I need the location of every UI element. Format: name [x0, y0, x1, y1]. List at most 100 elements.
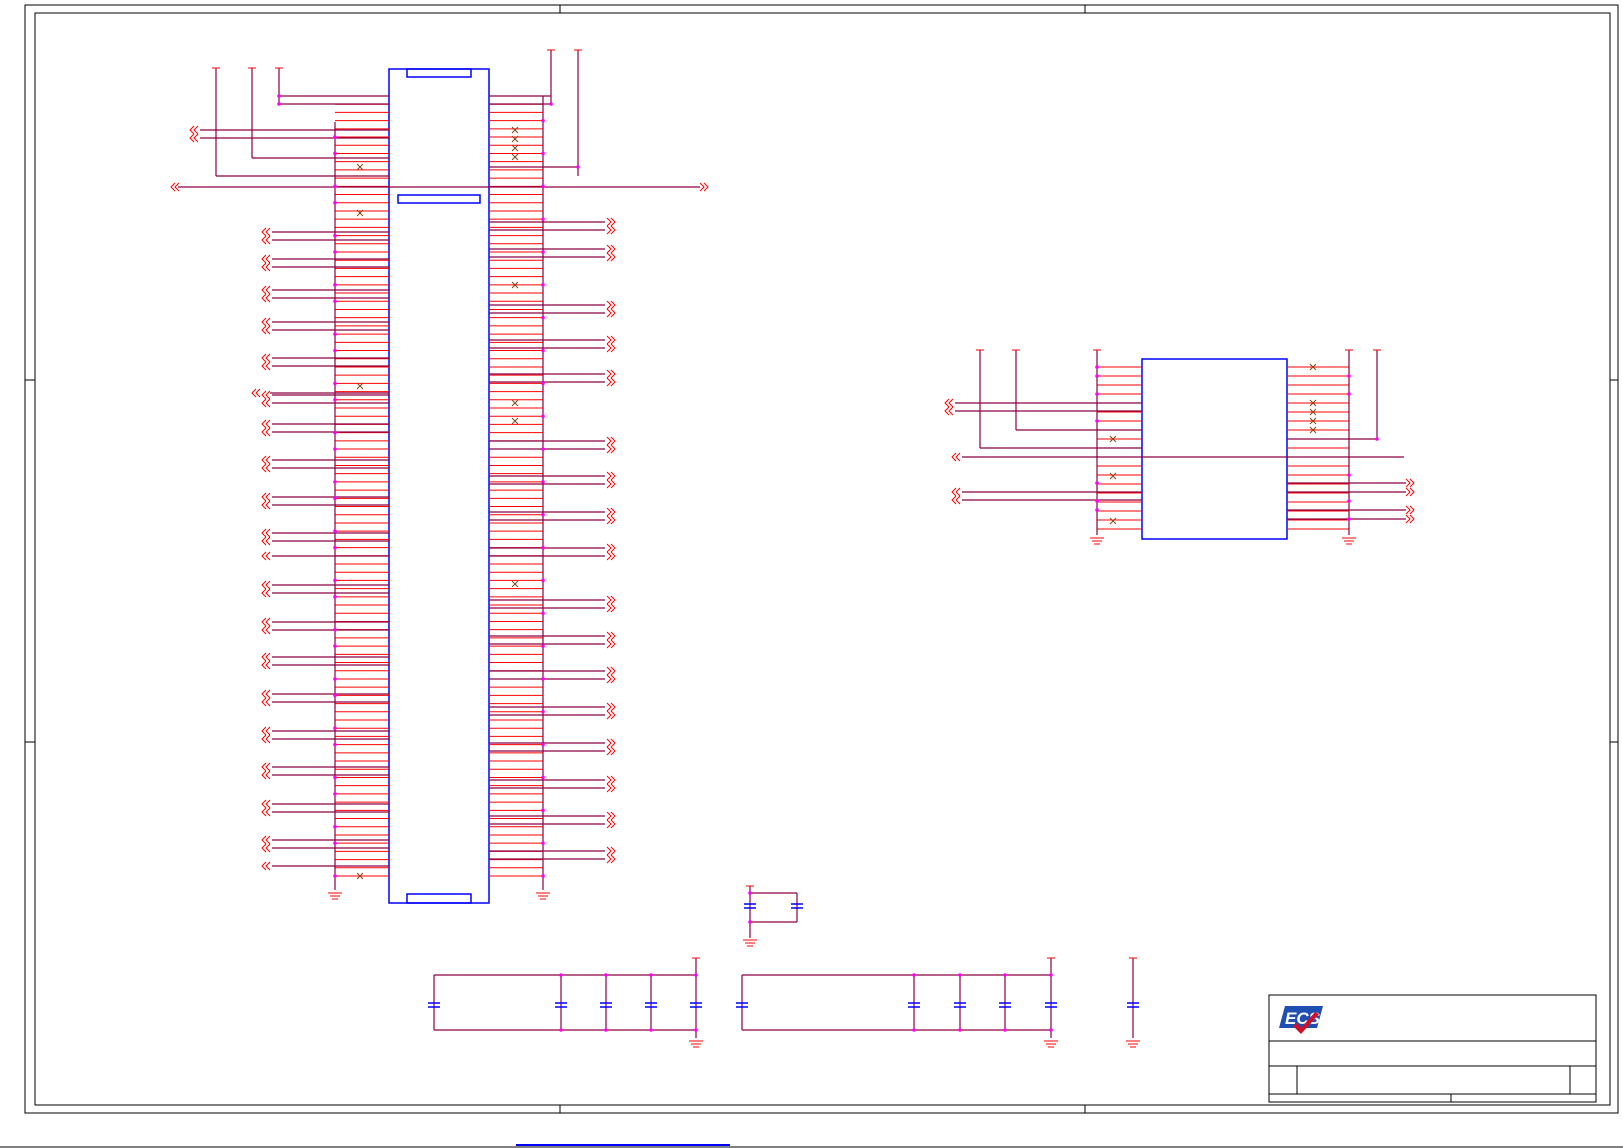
junction-dot-icon — [1347, 517, 1351, 521]
junction-dot-icon — [1095, 481, 1099, 485]
junction-dot-icon — [1347, 392, 1351, 396]
junction-dot-icon — [549, 102, 553, 106]
junction-dot-icon — [541, 480, 545, 484]
offpage-connector-icon — [606, 252, 616, 262]
offpage-connector-icon — [261, 317, 271, 327]
offpage-connector-icon — [261, 843, 271, 853]
no-connect-icon — [511, 144, 519, 152]
junction-dot-icon — [958, 973, 962, 977]
junction-dot-icon — [333, 332, 337, 336]
offpage-connector-icon — [261, 293, 271, 303]
offpage-connector-icon — [606, 738, 616, 748]
junction-dot-icon — [333, 184, 337, 189]
junction-dot-icon — [333, 627, 337, 632]
no-connect-icon — [511, 417, 519, 425]
junction-dot-icon — [333, 480, 337, 484]
junction-dot-icon — [333, 578, 337, 583]
offpage-connector-icon — [170, 182, 180, 192]
offpage-connector-icon — [606, 444, 616, 454]
junction-dot-icon — [541, 611, 545, 616]
junction-dot-icon — [541, 808, 545, 813]
junction-dot-icon — [333, 677, 337, 681]
junction-dot-icon — [333, 792, 337, 796]
offpage-connector-icon — [261, 762, 271, 772]
ground-symbol-icon — [1044, 1040, 1058, 1048]
offpage-connector-icon — [261, 697, 271, 707]
offpage-connector-icon — [261, 398, 271, 408]
offpage-connector-icon — [606, 783, 616, 793]
junction-dot-icon — [333, 693, 337, 698]
offpage-connector-icon — [951, 452, 961, 462]
ground-symbol-icon — [1126, 1040, 1140, 1048]
junction-dot-icon — [541, 151, 545, 156]
junction-dot-icon — [541, 348, 545, 353]
no-connect-icon — [1109, 517, 1117, 525]
junction-dot-icon — [333, 151, 337, 156]
junction-dot-icon — [541, 742, 545, 747]
junction-dot-icon — [604, 973, 608, 977]
offpage-connector-icon — [261, 551, 271, 561]
offpage-connector-icon — [261, 390, 271, 400]
no-connect-icon — [511, 580, 519, 588]
offpage-connector-icon — [261, 353, 271, 363]
offpage-connector-icon — [944, 406, 954, 416]
offpage-connector-icon — [261, 455, 271, 465]
offpage-connector-icon — [261, 262, 271, 272]
offpage-connector-icon — [261, 734, 271, 744]
junction-dot-icon — [604, 1028, 608, 1032]
offpage-connector-icon — [606, 515, 616, 525]
junction-dot-icon — [541, 283, 545, 287]
connector-key-notch — [397, 194, 481, 204]
junction-dot-icon — [541, 874, 545, 878]
schematic-sheet: ECS — [0, 4, 1623, 1148]
junction-dot-icon — [541, 250, 545, 254]
junction-dot-icon — [541, 644, 545, 648]
offpage-connector-icon — [261, 285, 271, 295]
offpage-connector-icon — [261, 361, 271, 371]
offpage-connector-icon — [606, 854, 616, 864]
junction-dot-icon — [1347, 499, 1351, 503]
junction-dot-icon — [1095, 419, 1099, 423]
offpage-connector-icon — [261, 580, 271, 590]
offpage-connector-icon — [261, 770, 271, 780]
logo-text: ECS — [1285, 1009, 1321, 1028]
junction-dot-icon — [541, 184, 545, 189]
offpage-connector-icon — [606, 674, 616, 684]
offpage-connector-icon — [606, 244, 616, 254]
junction-dot-icon — [541, 447, 545, 451]
junction-dot-icon — [541, 217, 545, 221]
junction-dot-icon — [333, 742, 337, 747]
junction-dot-icon — [541, 414, 545, 419]
offpage-connector-icon — [261, 726, 271, 736]
offpage-connector-icon — [606, 631, 616, 641]
offpage-connector-icon — [951, 487, 961, 497]
offpage-connector-icon — [261, 427, 271, 437]
offpage-connector-icon — [261, 536, 271, 546]
offpage-connector-icon — [606, 308, 616, 318]
junction-dot-icon — [649, 973, 653, 977]
offpage-connector-icon — [606, 551, 616, 561]
offpage-connector-icon — [261, 463, 271, 473]
ground-symbol-icon — [1090, 537, 1104, 545]
no-connect-icon — [1109, 472, 1117, 480]
bottom-link[interactable] — [516, 1130, 730, 1146]
junction-dot-icon — [277, 102, 281, 106]
offpage-connector-icon — [261, 325, 271, 335]
schematic-symbols — [170, 49, 1415, 1048]
junction-dot-icon — [541, 381, 545, 386]
junction-dot-icon — [649, 1028, 653, 1032]
junction-dot-icon — [958, 1028, 962, 1032]
offpage-connector-icon — [1405, 487, 1415, 497]
junction-dot-icon — [333, 135, 337, 139]
junction-dot-icon — [541, 118, 545, 123]
offpage-connector-icon — [606, 217, 616, 227]
junction-dot-icon — [541, 677, 545, 681]
ground-symbol-icon — [689, 1040, 703, 1048]
ground-symbol-icon — [1342, 537, 1356, 545]
offpage-connector-icon — [261, 689, 271, 699]
junction-dot-icon — [333, 874, 337, 878]
main-connector — [335, 68, 543, 904]
no-connect-icon — [511, 126, 519, 134]
offpage-connector-icon — [261, 419, 271, 429]
offpage-connector-icon — [606, 479, 616, 489]
